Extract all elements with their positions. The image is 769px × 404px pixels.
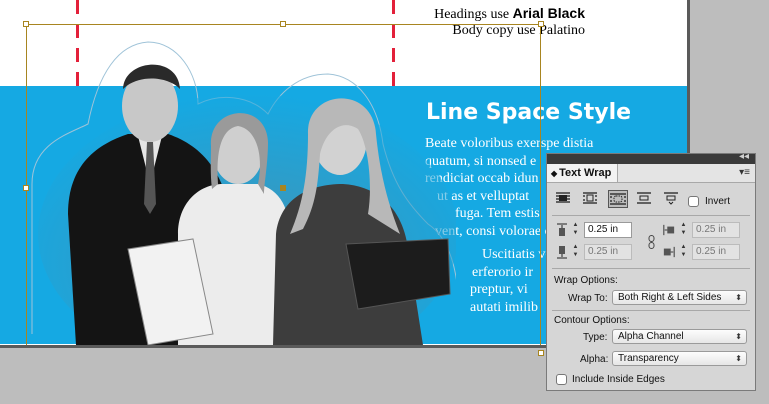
bottom-offset-stepper[interactable]: ▲ ▼ <box>571 243 580 259</box>
alpha-select[interactable]: Transparency ⬍ <box>612 351 747 366</box>
alpha-value: Transparency <box>618 353 679 364</box>
frame-handle[interactable] <box>280 21 286 27</box>
panel-divider <box>552 215 750 216</box>
jump-to-next-column-button[interactable] <box>662 190 682 208</box>
alpha-label: Alpha: <box>580 354 609 365</box>
contour-type-select[interactable]: Alpha Channel ⬍ <box>612 329 747 344</box>
heading-font-note-prefix: Headings use <box>434 7 510 22</box>
top-offset-icon <box>557 223 567 236</box>
wrap-to-select[interactable]: Both Right & Left Sides ⬍ <box>612 290 747 305</box>
tab-grip-icon: ◆ <box>551 169 558 178</box>
frame-handle[interactable] <box>23 185 29 191</box>
contour-options-label: Contour Options: <box>554 315 630 326</box>
right-offset-icon <box>663 246 675 258</box>
heading-font-name: Arial Black <box>512 5 585 21</box>
bottom-offset-icon <box>557 246 567 259</box>
frame-handle[interactable] <box>538 350 544 356</box>
wrap-to-value: Both Right & Left Sides <box>618 292 722 303</box>
wrap-bounding-box-icon <box>583 192 597 204</box>
panel-divider <box>552 310 750 311</box>
panel-title-bar[interactable]: ◂◂ <box>547 151 755 164</box>
panel-tab-bar: ◆ Text Wrap ▾≡ <box>547 164 755 183</box>
invert-label: Invert <box>705 196 731 207</box>
frame-handle[interactable] <box>23 21 29 27</box>
top-offset-stepper[interactable]: ▲ ▼ <box>571 221 580 237</box>
bottom-offset-field[interactable]: 0.25 in <box>584 244 632 260</box>
frame-handle[interactable] <box>538 21 544 27</box>
wrap-options-label: Wrap Options: <box>554 275 618 286</box>
wrap-bounding-box-button[interactable] <box>581 190 601 208</box>
heading-font-note: Headings use Arial Black <box>434 5 585 23</box>
tab-text-wrap-label: Text Wrap <box>559 167 612 179</box>
left-offset-icon <box>663 224 675 236</box>
right-offset-stepper[interactable]: ▲ ▼ <box>679 243 688 259</box>
tab-text-wrap[interactable]: ◆ Text Wrap <box>547 164 619 182</box>
left-offset-field[interactable]: 0.25 in <box>692 222 740 238</box>
no-wrap-icon <box>556 192 570 203</box>
double-chevron-left-icon[interactable]: ◂◂ <box>739 151 749 162</box>
wrap-object-shape-icon <box>610 193 626 205</box>
text-wrap-panel: ◂◂ ◆ Text Wrap ▾≡ Invert ▲ ▼ 0.25 in ▲ ▼ 0.… <box>546 151 756 391</box>
panel-menu-icon[interactable]: ▾≡ <box>739 167 750 178</box>
jump-object-icon <box>637 192 651 204</box>
top-offset-field[interactable]: 0.25 in <box>584 222 632 238</box>
contour-type-value: Alpha Channel <box>618 331 684 342</box>
wrap-to-label: Wrap To: <box>568 293 608 304</box>
invert-checkbox[interactable] <box>688 196 699 207</box>
right-offset-field[interactable]: 0.25 in <box>692 244 740 260</box>
panel-divider <box>552 268 750 269</box>
left-offset-stepper[interactable]: ▲ ▼ <box>679 221 688 237</box>
wrap-object-shape-button[interactable] <box>608 190 628 208</box>
frame-center-point[interactable] <box>280 185 286 191</box>
select-arrows-icon: ⬍ <box>735 354 742 363</box>
include-inside-edges-label: Include Inside Edges <box>572 374 665 385</box>
select-arrows-icon: ⬍ <box>735 293 742 302</box>
include-inside-edges-checkbox[interactable] <box>556 374 567 385</box>
type-label: Type: <box>583 332 608 343</box>
no-wrap-button[interactable] <box>554 190 574 208</box>
select-arrows-icon: ⬍ <box>735 332 742 341</box>
jump-object-button[interactable] <box>635 190 655 208</box>
chain-link-icon[interactable] <box>648 235 655 249</box>
jump-to-next-column-icon <box>664 192 678 205</box>
